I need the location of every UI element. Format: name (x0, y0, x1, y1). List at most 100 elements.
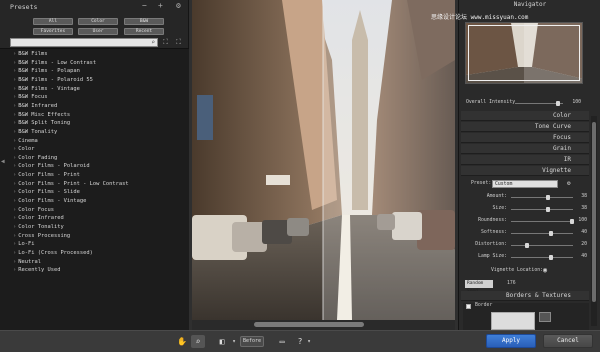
filter-all-button[interactable]: All (33, 18, 73, 25)
chevron-right-icon: › (13, 102, 17, 109)
apply-button[interactable]: Apply (486, 334, 536, 348)
collapse-icon[interactable]: − (142, 1, 147, 10)
gear-icon[interactable]: ⚙ (567, 180, 571, 187)
filter-user-button[interactable]: User (78, 28, 118, 35)
preset-category-item[interactable]: › Cross Processing (13, 233, 70, 239)
before-button[interactable]: Before (240, 336, 264, 347)
hand-tool-icon[interactable]: ✋ (176, 335, 188, 348)
preset-category-item[interactable]: › Color Films - Slide (13, 189, 80, 195)
filter-bw-button[interactable]: B&W (124, 18, 164, 25)
cancel-button[interactable]: Cancel (543, 334, 593, 348)
slider-track (511, 209, 573, 210)
filter-recent-button[interactable]: Recent (124, 28, 164, 35)
vignette-location-row: Vignette Location: ◉ (491, 266, 548, 274)
preset-category-label: Color Focus (18, 206, 54, 213)
preset-category-item[interactable]: › Color Infrared (13, 215, 64, 221)
vignette-slider[interactable]: Softness: 40 (463, 229, 591, 238)
preset-category-item[interactable]: › Neutral (13, 259, 41, 265)
section-vignette[interactable]: Vignette (461, 166, 589, 176)
border-preview[interactable] (491, 312, 535, 330)
border-checkbox[interactable] (466, 304, 471, 309)
preset-category-item[interactable]: › Color Films - Print - Low Contrast (13, 181, 129, 187)
preset-category-item[interactable]: › Color Films - Polaroid (13, 163, 90, 169)
preset-category-item[interactable]: › Cinema (13, 138, 38, 144)
preset-category-item[interactable]: › B&W Films - Polaroid 55 (13, 77, 93, 83)
section-grain[interactable]: Grain (461, 144, 589, 154)
chevron-right-icon: › (13, 146, 17, 153)
filter-color-button[interactable]: Color (78, 18, 118, 25)
split-view-icon[interactable]: ◧ (216, 335, 228, 348)
preset-category-item[interactable]: › Color (13, 146, 34, 152)
preset-category-item[interactable]: › Color Fading (13, 155, 57, 161)
presets-panel: Presets − + ⚙ All Color B&W Favorites Us… (0, 0, 189, 330)
preset-category-item[interactable]: › Color Focus (13, 207, 54, 213)
preset-category-item[interactable]: › B&W Misc Effects (13, 112, 70, 118)
vignette-slider[interactable]: Amount: 38 (463, 193, 591, 202)
random-seed-button[interactable]: Random Seed (465, 280, 493, 294)
preset-category-item[interactable]: › B&W Tonality (13, 129, 57, 135)
scroll-thumb[interactable] (254, 322, 364, 327)
section-color[interactable]: Color (461, 111, 589, 121)
preset-category-item[interactable]: › Color Films - Print (13, 172, 80, 178)
vignette-slider[interactable]: Roundness: 100 (463, 217, 591, 226)
preset-category-item[interactable]: › B&W Focus (13, 94, 47, 100)
filter-favorites-button[interactable]: Favorites (33, 28, 73, 35)
scroll-thumb[interactable] (592, 122, 596, 302)
preset-category-item[interactable]: › B&W Films - Low Contrast (13, 60, 96, 66)
settings-icon[interactable]: ⚙ (176, 1, 181, 10)
preset-category-label: B&W Split Toning (18, 120, 71, 127)
section-tone-curve[interactable]: Tone Curve (461, 122, 589, 132)
preview-image[interactable] (192, 0, 455, 320)
chevron-right-icon: › (13, 51, 17, 57)
preset-category-item[interactable]: › Lo-Fi (13, 241, 34, 247)
settings-panel: Navigator 思缘设计论坛 www.missyuan.com Overal… (431, 0, 600, 330)
intensity-knob[interactable] (556, 101, 561, 106)
vignette-slider[interactable]: Size: 38 (463, 205, 591, 214)
preset-category-item[interactable]: › Lo-Fi (Cross Processed) (13, 250, 93, 256)
slider-knob[interactable] (524, 243, 529, 248)
vignette-slider[interactable]: Lamp Size: 40 (463, 253, 591, 262)
preset-search-input[interactable]: ⌕ (10, 38, 158, 47)
chevron-right-icon: › (13, 258, 17, 265)
chevron-right-icon: › (13, 76, 17, 83)
preset-category-item[interactable]: › Color Tonality (13, 224, 64, 230)
navigator-thumbnail[interactable] (465, 22, 583, 84)
preset-category-item[interactable]: › B&W Films - Vintage (13, 86, 80, 92)
comment-icon[interactable]: ▭ (276, 335, 288, 348)
slider-knob[interactable] (549, 231, 554, 236)
add-preset-icon[interactable]: + (158, 1, 163, 10)
vignette-slider[interactable]: Distortion: 20 (463, 241, 591, 250)
preset-category-item[interactable]: › B&W Split Toning (13, 120, 70, 126)
navigator-viewport[interactable] (468, 25, 580, 81)
preset-category-item[interactable]: › B&W Films (13, 51, 47, 57)
slider-knob[interactable] (546, 207, 551, 212)
chevron-down-icon[interactable]: ▾ (230, 335, 238, 348)
preset-category-item[interactable]: › Recently Used (13, 267, 60, 273)
target-icon[interactable]: ◉ (543, 266, 547, 274)
slider-knob[interactable] (549, 255, 554, 260)
preset-category-label: Cinema (18, 137, 38, 144)
collapse-all-icon[interactable]: ⛶ (176, 38, 181, 47)
slider-track (511, 233, 573, 234)
section-borders-textures[interactable]: Borders & Textures (461, 291, 589, 301)
slider-knob[interactable] (569, 219, 574, 224)
chevron-right-icon: › (13, 128, 17, 135)
zoom-tool-icon[interactable]: ⌕ (191, 335, 205, 348)
horizontal-scrollbar[interactable] (192, 320, 455, 330)
overall-intensity-slider[interactable]: Overall Intensity 100 (463, 99, 591, 108)
vignette-preset-select[interactable]: Custom (492, 180, 558, 188)
border-options-button[interactable] (539, 312, 551, 322)
preset-category-item[interactable]: › B&W Films - Polapan (13, 68, 80, 74)
collapse-left-panel-icon[interactable]: ◀ (1, 158, 5, 165)
chevron-right-icon: › (13, 249, 17, 256)
preset-category-label: Lo-Fi (18, 241, 35, 248)
preset-category-item[interactable]: › B&W Infrared (13, 103, 57, 109)
section-focus[interactable]: Focus (461, 133, 589, 143)
chevron-down-icon[interactable]: ▾ (305, 335, 313, 348)
vertical-scrollbar[interactable] (591, 116, 597, 326)
slider-knob[interactable] (546, 195, 551, 200)
slider-track (511, 257, 573, 258)
preset-category-item[interactable]: › Color Films - Vintage (13, 198, 86, 204)
section-ir[interactable]: IR (461, 155, 589, 165)
expand-all-icon[interactable]: ⛶ (163, 38, 168, 47)
